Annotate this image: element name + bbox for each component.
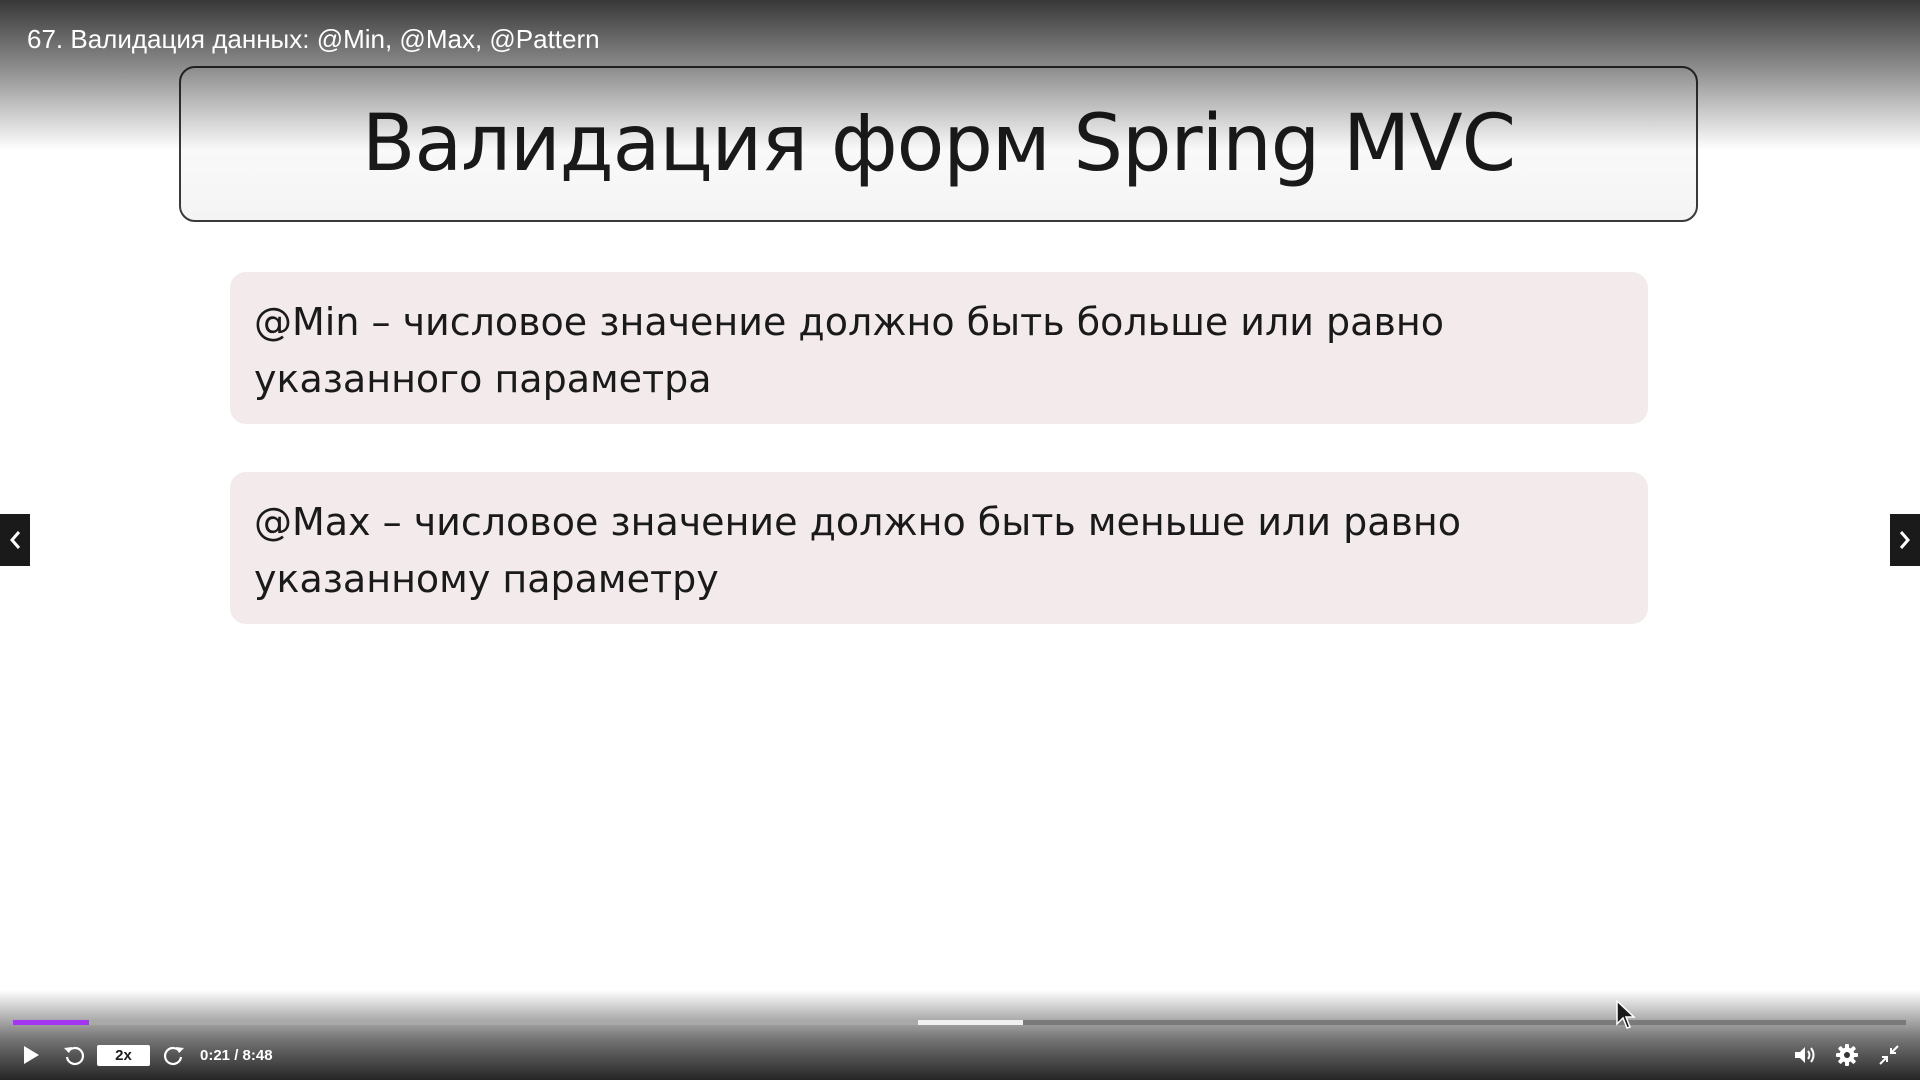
- rewind-button[interactable]: [60, 1035, 88, 1075]
- progress-buffer: [13, 1020, 918, 1025]
- chevron-left-icon: [10, 531, 21, 549]
- slide-item-text: @Min – числовое значение должно быть бол…: [254, 300, 1444, 401]
- progress-bar[interactable]: [13, 1020, 1906, 1025]
- progress-played: [13, 1020, 89, 1025]
- lecture-slide: Валидация форм Spring MVC @Min – числово…: [0, 0, 1920, 1080]
- chevron-right-icon: [1899, 531, 1910, 549]
- forward-button[interactable]: [160, 1035, 188, 1075]
- rewind-icon: [64, 1046, 85, 1066]
- lecture-title: 67. Валидация данных: @Min, @Max, @Patte…: [27, 24, 600, 54]
- slide-title: Валидация форм Spring MVC: [361, 99, 1516, 189]
- exit-fullscreen-button[interactable]: [1874, 1035, 1904, 1075]
- volume-icon: [1795, 1047, 1815, 1063]
- next-lecture-button[interactable]: [1890, 514, 1920, 566]
- slide-item-min: @Min – числовое значение должно быть бол…: [230, 272, 1648, 424]
- volume-button[interactable]: [1790, 1035, 1820, 1075]
- slide-item-max: @Max – числовое значение должно быть мен…: [230, 472, 1648, 624]
- progress-hover-preview: [918, 1020, 1023, 1025]
- slide-header: Валидация форм Spring MVC: [179, 66, 1698, 222]
- forward-icon: [163, 1046, 184, 1066]
- player-controls: 2x 0:21 / 8:48: [0, 1035, 1920, 1075]
- settings-button[interactable]: [1832, 1035, 1862, 1075]
- video-player[interactable]: Валидация форм Spring MVC @Min – числово…: [0, 0, 1920, 1080]
- slide-item-text: @Max – числовое значение должно быть мен…: [254, 500, 1462, 601]
- previous-lecture-button[interactable]: [0, 514, 30, 566]
- time-display: 0:21 / 8:48: [200, 1046, 273, 1064]
- playback-speed-button[interactable]: 2x: [97, 1045, 150, 1066]
- play-icon: [24, 1046, 39, 1064]
- exit-fullscreen-icon: [1879, 1045, 1899, 1065]
- play-button[interactable]: [18, 1035, 44, 1075]
- gear-icon: [1836, 1044, 1858, 1066]
